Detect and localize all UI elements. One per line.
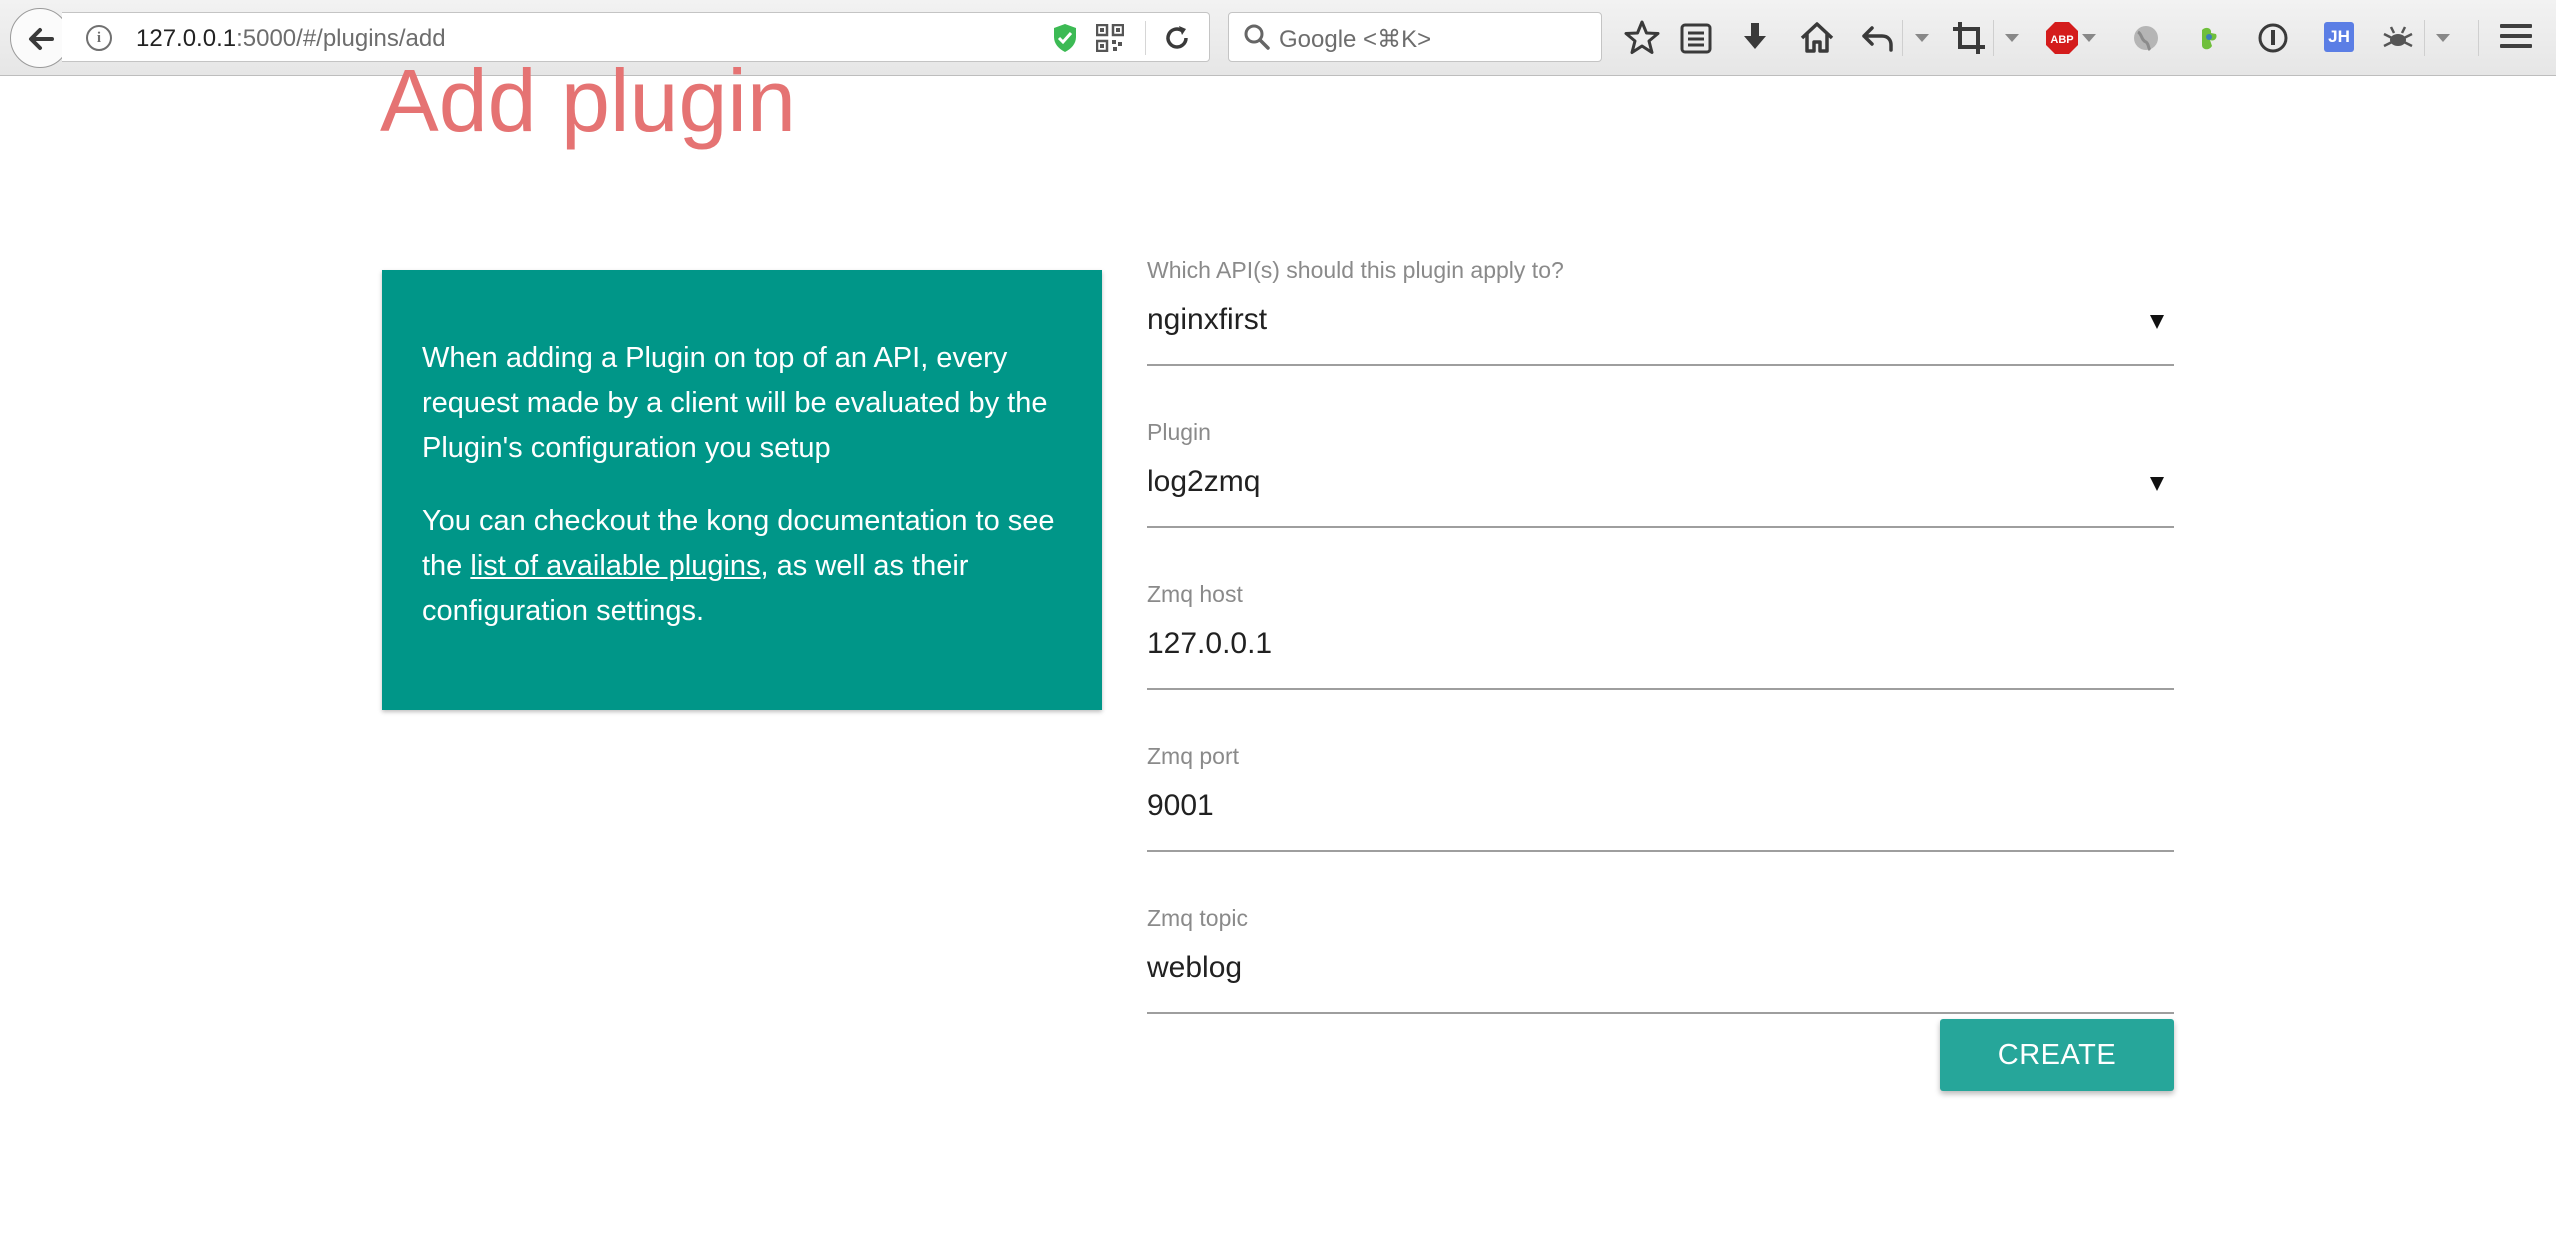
field-underline [1147, 526, 2174, 528]
field-underline [1147, 1012, 2174, 1014]
toolbar-separator [2478, 20, 2479, 56]
url-host: 127.0.0.1 [136, 25, 237, 52]
search-icon [1244, 24, 1270, 50]
zmq-topic-label: Zmq topic [1147, 905, 1248, 931]
dropdown-arrow-icon[interactable] [2150, 477, 2164, 491]
zmq-port-field[interactable]: Zmq port 9001 [1147, 743, 2174, 905]
home-icon[interactable] [1797, 18, 1837, 58]
bug-icon[interactable] [2378, 20, 2418, 60]
crop-icon[interactable] [1949, 18, 1989, 58]
add-plugin-form: Which API(s) should this plugin apply to… [1147, 257, 2174, 1067]
shield-check-icon[interactable] [1052, 23, 1078, 53]
crop-menu-arrow-icon[interactable] [2005, 34, 2019, 42]
back-arrow-icon [29, 28, 54, 50]
page-info-icon[interactable]: i [86, 25, 112, 51]
bug-menu-arrow-icon[interactable] [2436, 34, 2450, 42]
available-plugins-link[interactable]: list of available plugins [470, 550, 760, 582]
toolbar-separator [2424, 20, 2425, 56]
url-path: :5000/#/plugins/add [236, 25, 446, 52]
url-text[interactable]: 127.0.0.1:5000/#/plugins/add [136, 25, 446, 53]
toolbar-separator [1902, 20, 1903, 56]
field-underline [1147, 364, 2174, 366]
search-bar[interactable]: Google <⌘K> [1228, 12, 1602, 62]
plugin-select-field[interactable]: Plugin log2zmq [1147, 419, 2174, 581]
zmq-port-label: Zmq port [1147, 743, 1240, 769]
api-select-value[interactable]: nginxfirst [1147, 303, 1267, 337]
info-card: When adding a Plugin on top of an API, e… [382, 270, 1102, 710]
info-paragraph-1: When adding a Plugin on top of an API, e… [422, 342, 1048, 464]
search-placeholder: Google <⌘K> [1279, 26, 1432, 53]
plugin-select-label: Plugin [1147, 419, 1211, 445]
zmq-topic-input[interactable]: weblog [1147, 951, 1242, 985]
jh-extension-icon[interactable]: JH [2324, 22, 2354, 52]
url-separator [1145, 21, 1146, 55]
plugin-select-value[interactable]: log2zmq [1147, 465, 1260, 499]
download-icon[interactable] [1735, 18, 1775, 58]
page-title: Add plugin [380, 51, 796, 150]
toolbar-separator [1993, 20, 1994, 56]
adblock-icon[interactable]: ABP [2045, 21, 2079, 55]
adblock-menu-arrow-icon[interactable] [2082, 34, 2096, 42]
password-manager-icon[interactable] [2253, 20, 2293, 60]
info-paragraph-2: You can checkout the kong documentation … [422, 499, 1062, 634]
zmq-host-field[interactable]: Zmq host 127.0.0.1 [1147, 581, 2174, 743]
undo-icon[interactable] [1858, 18, 1898, 58]
bookmark-star-icon[interactable] [1622, 18, 1662, 58]
zmq-port-input[interactable]: 9001 [1147, 789, 1214, 823]
back-button[interactable] [10, 8, 70, 68]
undo-menu-arrow-icon[interactable] [1915, 34, 1929, 42]
create-button[interactable]: CREATE [1940, 1019, 2174, 1091]
zmq-host-label: Zmq host [1147, 581, 1243, 607]
reload-icon[interactable] [1162, 23, 1192, 53]
field-underline [1147, 688, 2174, 690]
extension-icon[interactable] [2188, 20, 2228, 60]
qr-code-icon[interactable] [1096, 24, 1124, 52]
adblock-label: ABP [2050, 34, 2073, 46]
reading-list-icon[interactable] [1676, 18, 1716, 58]
menu-icon[interactable] [2500, 24, 2532, 50]
dropdown-arrow-icon[interactable] [2150, 315, 2164, 329]
globe-icon[interactable] [2126, 20, 2166, 60]
zmq-host-input[interactable]: 127.0.0.1 [1147, 627, 1272, 661]
field-underline [1147, 850, 2174, 852]
api-select-label: Which API(s) should this plugin apply to… [1147, 257, 1564, 283]
api-select-field[interactable]: Which API(s) should this plugin apply to… [1147, 257, 2174, 419]
